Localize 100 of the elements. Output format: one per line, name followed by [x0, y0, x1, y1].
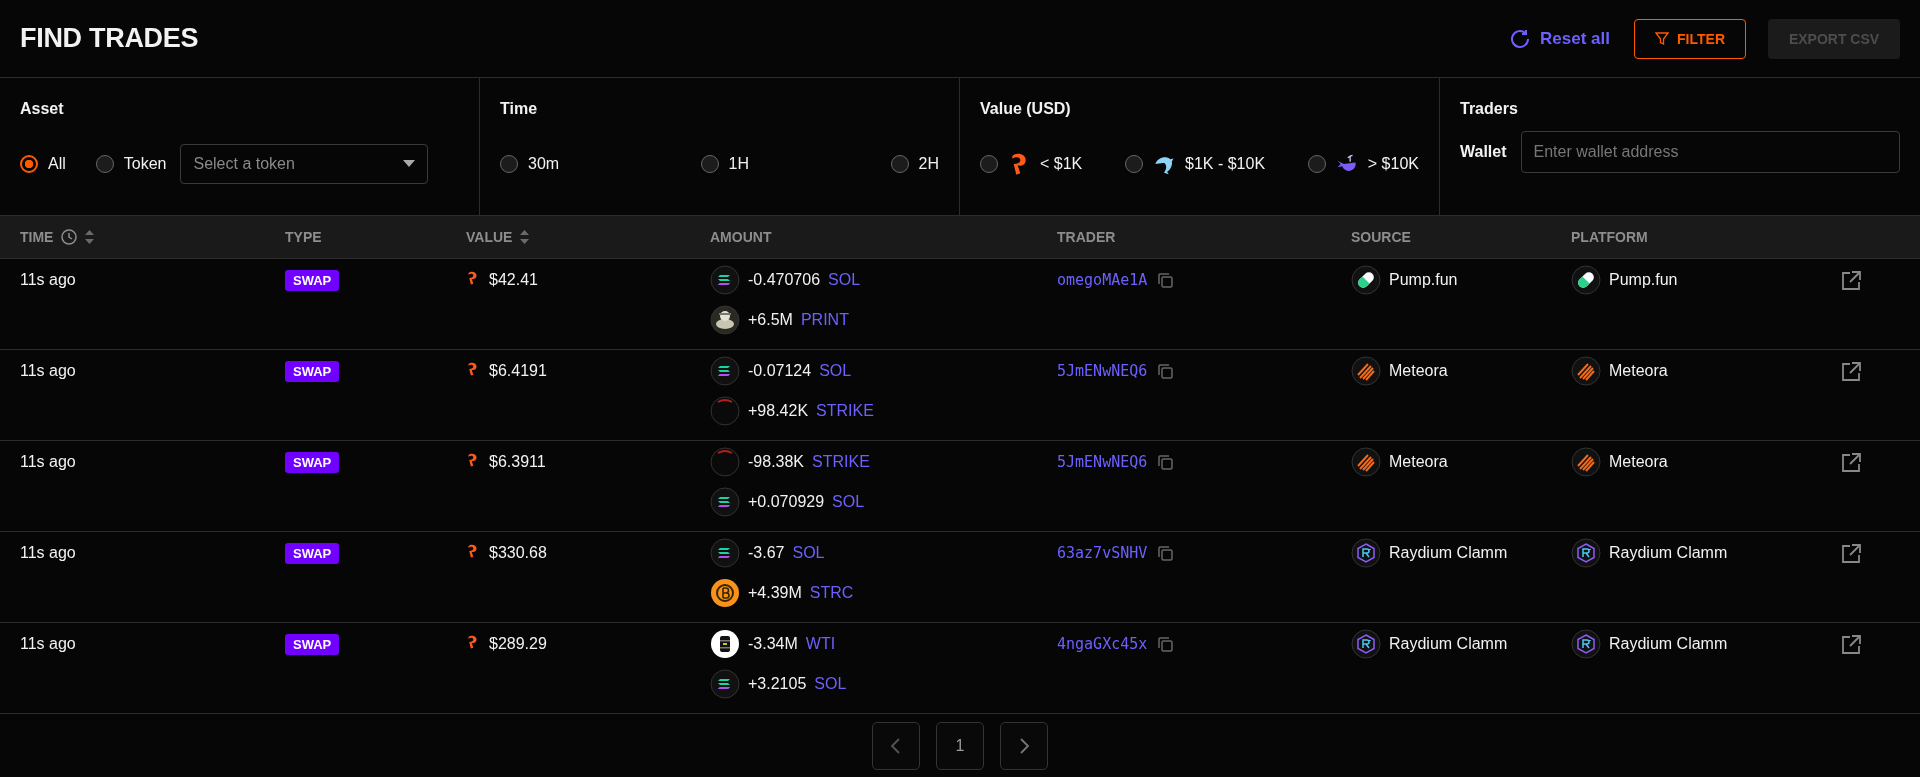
copy-icon[interactable]	[1157, 453, 1175, 471]
radio-label: > $10K	[1367, 155, 1419, 173]
shrimp-icon	[466, 361, 479, 377]
token-icon	[710, 487, 740, 517]
source-name: Raydium Clamm	[1389, 543, 1508, 563]
platform-name: Raydium Clamm	[1609, 543, 1728, 563]
radio-label: 2H	[918, 155, 939, 173]
column-header[interactable]: TIME	[20, 229, 54, 245]
caret-icon	[403, 160, 416, 168]
trader-link[interactable]: 63az7vSNHV	[1057, 543, 1148, 563]
token-icon	[710, 669, 740, 699]
filter-title: Value (USD)	[980, 100, 1072, 118]
trader-link[interactable]: 4ngaGXc45x	[1057, 634, 1148, 654]
external-link-icon[interactable]	[1840, 452, 1862, 474]
token-link[interactable]: SOL	[792, 543, 825, 563]
shrimp-icon	[466, 270, 479, 286]
funnel-icon	[1655, 31, 1670, 46]
barrel-icon	[710, 629, 740, 659]
page-number-button[interactable]: 1	[936, 722, 984, 770]
trader-link[interactable]: 5JmENwNEQ6	[1057, 452, 1148, 472]
platform-name: Raydium Clamm	[1609, 634, 1728, 654]
copy-icon[interactable]	[1157, 635, 1175, 653]
source-name: Meteora	[1389, 452, 1448, 472]
token-select[interactable]: Select a token	[180, 144, 429, 184]
token-link[interactable]: WTI	[805, 634, 836, 654]
column-header[interactable]: SOURCE	[1351, 229, 1411, 245]
sort-icon[interactable]	[520, 230, 530, 244]
token-link[interactable]: STRIKE	[816, 401, 874, 421]
external-link-icon[interactable]	[1840, 270, 1862, 292]
external-link-icon[interactable]	[1840, 543, 1862, 565]
amount-text: -3.34M	[748, 634, 798, 654]
reset-all-button[interactable]: Reset all	[1504, 22, 1615, 55]
wallet-field[interactable]: Enter wallet address	[1520, 131, 1900, 173]
sort-icon[interactable]	[85, 230, 95, 244]
swap-badge: SWAP	[285, 452, 340, 473]
radio-button[interactable]	[95, 155, 114, 173]
radio-button[interactable]	[500, 155, 518, 173]
token-link[interactable]: SOL	[819, 361, 852, 381]
token-icon	[710, 396, 740, 426]
column-header[interactable]: PLATFORM	[1571, 229, 1648, 245]
pill-icon	[1351, 265, 1381, 295]
radio-button[interactable]	[20, 155, 38, 173]
bitcoin-icon	[710, 578, 740, 608]
time-cell-text: 11s ago	[20, 452, 77, 472]
stripes-icon	[1351, 356, 1381, 386]
platform-name: Meteora	[1609, 361, 1668, 381]
trader-link[interactable]: omegoMAe1A	[1057, 270, 1148, 290]
amount-text: -0.470706	[748, 270, 821, 290]
platform-name: Meteora	[1609, 452, 1668, 472]
filter-title: Time	[500, 100, 539, 118]
amount-text: +98.42K	[748, 401, 809, 421]
token-link[interactable]: PRINT	[800, 310, 849, 330]
token-link[interactable]: SOL	[828, 270, 861, 290]
amount-text: -0.07124	[748, 361, 812, 381]
radio-button[interactable]	[1307, 155, 1326, 173]
token-link[interactable]: STRIKE	[812, 452, 870, 472]
trader-link[interactable]: 5JmENwNEQ6	[1057, 361, 1148, 381]
token-icon	[710, 447, 740, 477]
radio-button[interactable]	[980, 155, 998, 173]
radio-label: All	[48, 155, 66, 173]
swap-badge: SWAP	[285, 634, 340, 655]
column-header[interactable]: TYPE	[285, 229, 322, 245]
copy-icon[interactable]	[1157, 271, 1175, 289]
shrimp-icon	[466, 543, 479, 559]
column-header[interactable]: AMOUNT	[710, 229, 772, 245]
amount-text: +0.070929	[748, 492, 825, 512]
swap-badge: SWAP	[285, 361, 340, 382]
value-cell: $330.68	[489, 543, 547, 563]
filter-title: Traders	[1460, 100, 1519, 118]
filter-button[interactable]: FILTER	[1634, 18, 1746, 59]
stripes-icon	[1571, 356, 1601, 386]
token-icon	[710, 305, 740, 335]
chevron-right-icon	[1017, 737, 1031, 755]
radio-label: 1H	[728, 155, 750, 173]
amount-text: -98.38K	[748, 452, 805, 472]
copy-icon[interactable]	[1157, 362, 1175, 380]
radio-label: $1K - $10K	[1185, 155, 1266, 173]
token-link[interactable]: STRC	[809, 583, 854, 603]
value-cell: $6.4191	[489, 361, 547, 381]
source-name: Pump.fun	[1389, 270, 1458, 290]
amount-text: +3.2105	[748, 674, 807, 694]
stripes-icon	[1571, 447, 1601, 477]
swap-badge: SWAP	[285, 270, 340, 291]
token-icon	[710, 265, 740, 295]
external-link-icon[interactable]	[1840, 361, 1862, 383]
page-title: FIND TRADES	[20, 23, 200, 54]
token-link[interactable]: SOL	[832, 492, 865, 512]
radio-button[interactable]	[1125, 155, 1143, 173]
amount-text: +4.39M	[748, 583, 802, 603]
external-link-icon[interactable]	[1840, 634, 1862, 656]
token-icon	[710, 356, 740, 386]
token-link[interactable]: SOL	[814, 674, 847, 694]
radio-button[interactable]	[700, 155, 719, 173]
radio-button[interactable]	[890, 155, 909, 173]
time-cell-text: 11s ago	[20, 543, 77, 563]
column-header[interactable]: TRADER	[1057, 229, 1116, 245]
value-cell: $6.3911	[489, 452, 546, 472]
copy-icon[interactable]	[1157, 544, 1175, 562]
column-header[interactable]: VALUE	[466, 229, 513, 245]
swap-badge: SWAP	[285, 543, 340, 564]
